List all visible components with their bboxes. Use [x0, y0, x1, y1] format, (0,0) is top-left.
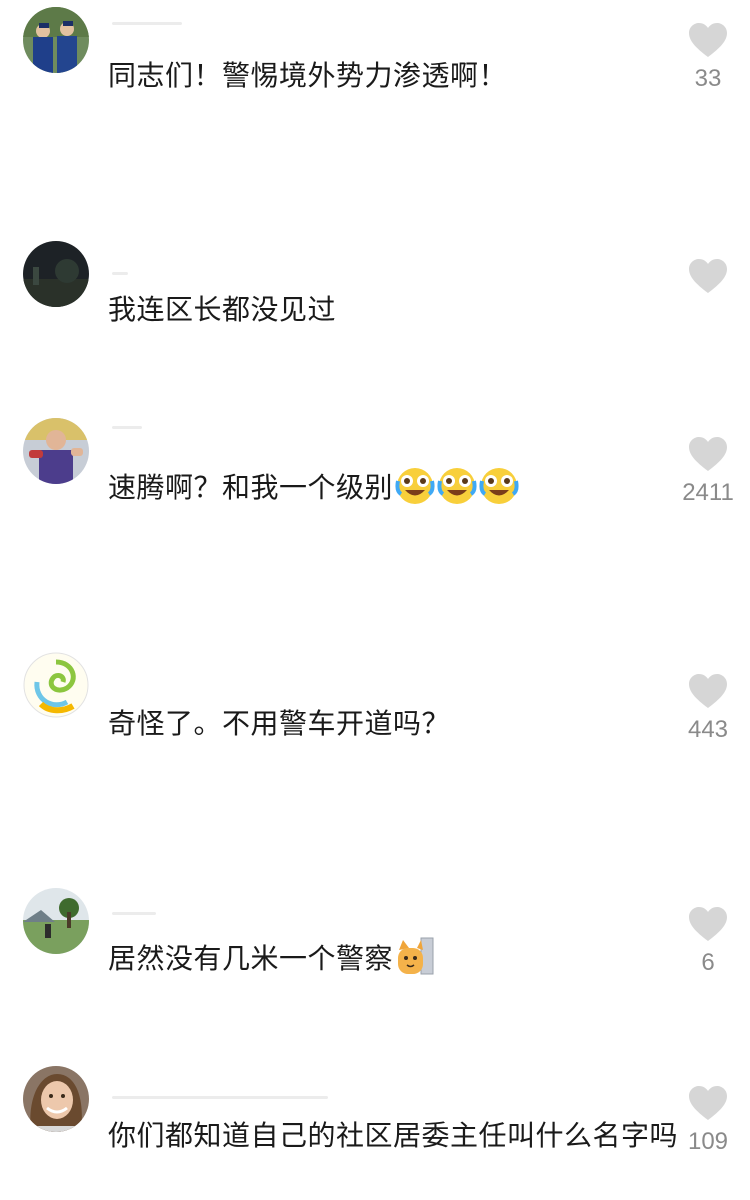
avatar-woman-smiling-icon: [23, 1066, 89, 1132]
username-placeholder[interactable]: [112, 272, 128, 275]
commenter-avatar[interactable]: [23, 1066, 89, 1132]
username-placeholder[interactable]: [112, 22, 182, 25]
username-placeholder[interactable]: [112, 426, 142, 429]
heart-icon: [689, 1086, 727, 1120]
avatar-dark-scene-icon: [23, 241, 89, 307]
avatar-swirl-icon: [23, 652, 89, 718]
laugh-cry-emoji: [479, 467, 519, 505]
like-button[interactable]: 6: [678, 907, 738, 977]
laugh-cry-emoji: [395, 467, 435, 505]
heart-icon: [689, 23, 727, 57]
commenter-avatar[interactable]: [23, 241, 89, 307]
comment-text: 我连区长都没见过: [108, 293, 337, 326]
like-button[interactable]: 109: [678, 1086, 738, 1156]
like-count: 2411: [682, 479, 734, 506]
like-button[interactable]: [678, 259, 738, 301]
comment-text: 速腾啊？和我一个级别: [108, 466, 668, 510]
commenter-avatar[interactable]: [23, 888, 89, 954]
like-count: 443: [687, 716, 729, 743]
like-count: 6: [701, 949, 715, 976]
heart-icon: [689, 907, 727, 941]
commenter-avatar[interactable]: [23, 7, 89, 73]
comment-text: 居然没有几米一个警察: [108, 936, 668, 981]
comment-text: 你们都知道自己的社区居委主任叫什么名字吗: [108, 1119, 679, 1152]
like-count: 33: [694, 65, 722, 92]
avatar-person-gesture-icon: [23, 418, 89, 484]
avatar-police-group-icon: [23, 7, 89, 73]
commenter-avatar[interactable]: [23, 652, 89, 718]
like-count: 109: [687, 1128, 729, 1155]
username-placeholder[interactable]: [112, 912, 156, 915]
peeking-cat-emoji: [395, 936, 435, 976]
commenter-avatar[interactable]: [23, 418, 89, 484]
username-placeholder[interactable]: [112, 1096, 328, 1099]
comment-text: 奇怪了。不用警车开道吗？: [108, 707, 451, 740]
heart-icon: [689, 259, 727, 293]
laugh-cry-emoji: [437, 467, 477, 505]
heart-icon: [689, 437, 727, 471]
heart-icon: [689, 674, 727, 708]
like-button[interactable]: 33: [678, 23, 738, 93]
like-button[interactable]: 2411: [678, 437, 738, 507]
like-button[interactable]: 443: [678, 674, 738, 744]
avatar-landscape-icon: [23, 888, 89, 954]
comment-text: 同志们！警惕境外势力渗透啊！: [108, 59, 508, 92]
